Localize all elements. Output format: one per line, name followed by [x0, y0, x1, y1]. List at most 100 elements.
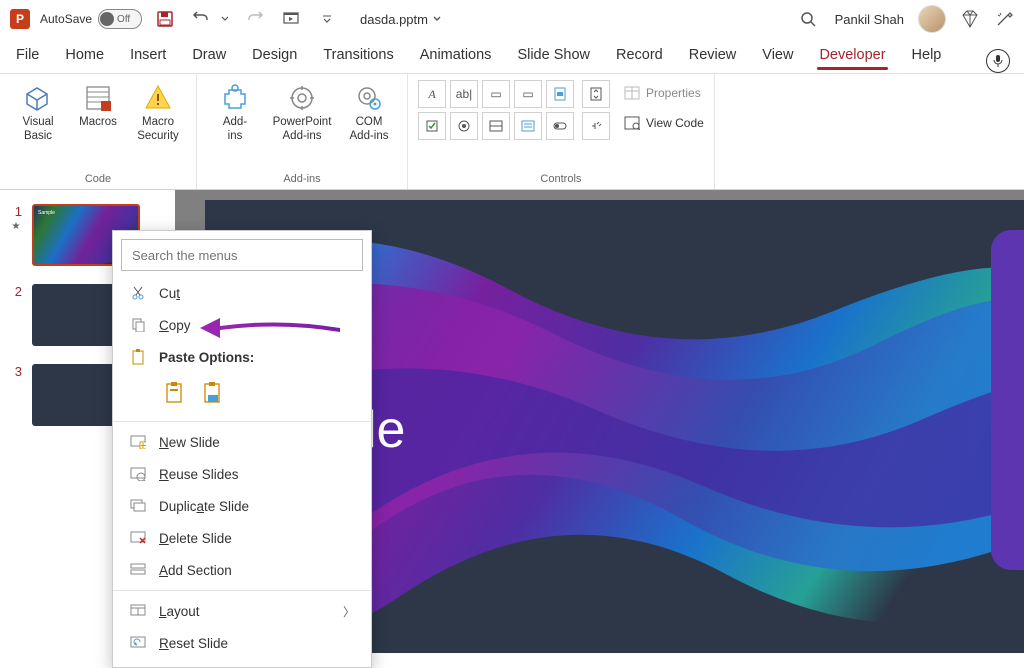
reset-slide-icon: [129, 634, 147, 652]
thumb-text-1: Sample: [38, 210, 55, 216]
chevron-right-icon: 〉: [343, 603, 355, 620]
tab-review[interactable]: Review: [687, 39, 739, 73]
tab-animations[interactable]: Animations: [418, 39, 494, 73]
chevron-down-icon: [432, 14, 442, 24]
layout-label: Layout: [159, 604, 200, 619]
tab-help[interactable]: Help: [910, 39, 944, 73]
spin-button-control[interactable]: [582, 80, 610, 108]
copy-label: Copy: [159, 318, 191, 333]
addins-button[interactable]: Add-ins: [207, 80, 263, 171]
delete-slide-icon: [129, 529, 147, 547]
tab-design[interactable]: Design: [250, 39, 299, 73]
ctx-add-section[interactable]: Add Section: [113, 554, 371, 586]
ctx-reset-slide[interactable]: Reset Slide: [113, 627, 371, 659]
save-button[interactable]: [152, 6, 178, 32]
powerpoint-addins-button[interactable]: PowerPointAdd-ins: [267, 80, 337, 171]
visual-basic-button[interactable]: Visual Basic: [10, 80, 66, 171]
more-controls[interactable]: [582, 112, 610, 140]
undo-dropdown[interactable]: [218, 6, 232, 32]
listbox-control[interactable]: [514, 112, 542, 140]
undo-button[interactable]: [188, 6, 214, 32]
controls-grid: A ab| ▭ ▭: [418, 80, 574, 140]
toggle-knob: [100, 12, 114, 26]
paste-keep-source-formatting[interactable]: [199, 379, 227, 407]
title-bar: P AutoSave Off dasda.pptm Pankil Shah: [0, 0, 1024, 38]
view-code-label: View Code: [646, 116, 704, 130]
com-addins-button[interactable]: COMAdd-ins: [341, 80, 397, 171]
layout-icon: [129, 602, 147, 620]
addins-icon: [219, 82, 251, 114]
star-icon: ★: [12, 221, 21, 232]
ctx-duplicate-slide[interactable]: Duplicate Slide: [113, 490, 371, 522]
tab-record[interactable]: Record: [614, 39, 665, 73]
textbox-control[interactable]: ab|: [450, 80, 478, 108]
option-button-control[interactable]: [450, 112, 478, 140]
avatar[interactable]: [918, 5, 946, 33]
ctx-copy[interactable]: Copy: [113, 309, 371, 341]
autosave-state: Off: [117, 14, 130, 25]
image-control[interactable]: ▭: [514, 80, 542, 108]
tab-transitions[interactable]: Transitions: [321, 39, 395, 73]
tab-slide-show[interactable]: Slide Show: [515, 39, 592, 73]
slide-shape: [991, 230, 1024, 570]
autosave-switch[interactable]: Off: [98, 9, 142, 29]
scrollbar-control[interactable]: [546, 80, 574, 108]
new-slide-label: New Slide: [159, 435, 220, 450]
ctx-reuse-slides[interactable]: Reuse Slides: [113, 458, 371, 490]
delete-slide-label: Delete Slide: [159, 531, 232, 546]
qat-customize-dropdown[interactable]: [314, 6, 340, 32]
powerpoint-addins-icon: [286, 82, 318, 114]
ctx-layout[interactable]: Layout 〉: [113, 595, 371, 627]
duplicate-slide-icon: [129, 497, 147, 515]
controls-group-label: Controls: [418, 171, 704, 185]
tab-file[interactable]: File: [14, 39, 41, 73]
ribbon: Visual Basic Macros Macro Security Code …: [0, 74, 1024, 190]
powerpoint-app-icon: P: [10, 9, 30, 29]
paste-use-destination-theme[interactable]: [161, 379, 189, 407]
autosave-toggle[interactable]: AutoSave Off: [40, 9, 142, 29]
tab-insert[interactable]: Insert: [128, 39, 168, 73]
macro-security-label: Macro Security: [137, 116, 179, 144]
slide-number-1: 1: [10, 204, 22, 219]
macro-security-button[interactable]: Macro Security: [130, 80, 186, 171]
slide-number-3: 3: [10, 364, 22, 379]
reset-slide-label: Reset Slide: [159, 636, 228, 651]
diamond-icon[interactable]: [960, 9, 980, 29]
view-code-button[interactable]: View Code: [624, 110, 704, 136]
checkbox-control[interactable]: [418, 112, 446, 140]
ctx-delete-slide[interactable]: Delete Slide: [113, 522, 371, 554]
view-code-icon: [624, 116, 640, 130]
tab-draw[interactable]: Draw: [190, 39, 228, 73]
autosave-label: AutoSave: [40, 12, 92, 26]
code-group-label: Code: [10, 171, 186, 185]
visual-basic-icon: [22, 82, 54, 114]
ctx-paste-options: Paste Options:: [113, 341, 371, 373]
com-addins-label: COMAdd-ins: [350, 116, 389, 144]
macros-button[interactable]: Macros: [70, 80, 126, 171]
design-ideas-icon[interactable]: [994, 9, 1014, 29]
ctx-cut[interactable]: Cut: [113, 277, 371, 309]
dictate-button[interactable]: [986, 49, 1010, 73]
tab-view[interactable]: View: [760, 39, 795, 73]
context-search-input[interactable]: [121, 239, 363, 271]
toggle-button-control[interactable]: [546, 112, 574, 140]
search-button[interactable]: [795, 6, 821, 32]
add-section-icon: [129, 561, 147, 579]
tab-home[interactable]: Home: [63, 39, 106, 73]
ribbon-group-addins: Add-ins PowerPointAdd-ins COMAdd-ins Add…: [197, 74, 408, 189]
properties-button[interactable]: Properties: [624, 80, 704, 106]
powerpoint-addins-label: PowerPointAdd-ins: [273, 116, 332, 144]
ctx-new-slide[interactable]: New Slide: [113, 426, 371, 458]
context-menu-search[interactable]: [121, 239, 363, 271]
redo-button[interactable]: [242, 6, 268, 32]
ribbon-group-controls: A ab| ▭ ▭ Properties: [408, 74, 715, 189]
command-button-control[interactable]: ▭: [482, 80, 510, 108]
filename-group[interactable]: dasda.pptm: [360, 12, 442, 27]
tab-developer[interactable]: Developer: [817, 39, 887, 73]
addins-label: Add-ins: [223, 116, 247, 144]
user-name: Pankil Shah: [835, 12, 904, 27]
reuse-slides-label: Reuse Slides: [159, 467, 239, 482]
present-button[interactable]: [278, 6, 304, 32]
label-control[interactable]: A: [418, 80, 446, 108]
combobox-control[interactable]: [482, 112, 510, 140]
